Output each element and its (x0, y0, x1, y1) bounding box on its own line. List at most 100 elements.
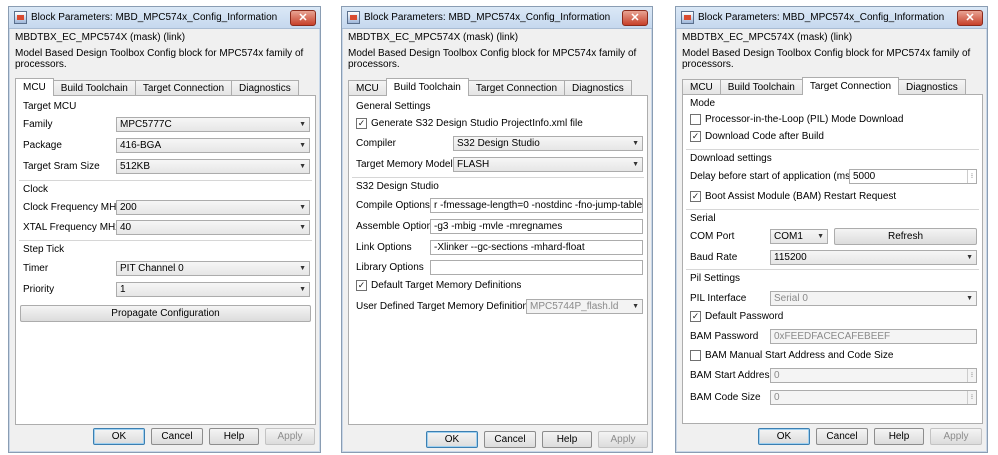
timer-dropdown[interactable]: PIT Channel 0 ▼ (116, 261, 310, 276)
dialog-title: Block Parameters: MBD_MPC574x_Config_Inf… (31, 12, 278, 23)
baud-rate-value: 115200 (774, 252, 807, 263)
target-connection-panel: Mode Processor-in-the-Loop (PIL) Mode Do… (682, 94, 983, 424)
checkbox-empty-icon (690, 350, 701, 361)
bam-code-size-label: BAM Code Size (690, 392, 761, 403)
tab-diagnostics[interactable]: Diagnostics (564, 80, 632, 96)
pil-interface-dropdown[interactable]: Serial 0 ▼ (770, 291, 977, 306)
ok-button[interactable]: OK (93, 428, 145, 445)
generate-projectinfo-label: Generate S32 Design Studio ProjectInfo.x… (371, 118, 583, 129)
chevron-down-icon: ▼ (299, 142, 306, 149)
bam-password-input[interactable]: 0xFEEDFACECAFEBEEF (770, 329, 977, 344)
checkmark-icon: ✓ (690, 131, 701, 142)
title-bar[interactable]: Block Parameters: MBD_MPC574x_Config_Inf… (676, 7, 987, 29)
compile-options-input[interactable]: r -fmessage-length=0 -nostdinc -fno-jump… (430, 198, 643, 213)
priority-label: Priority (23, 284, 55, 295)
divider (686, 149, 979, 150)
section-s32-design-studio: S32 Design Studio (356, 181, 439, 192)
xtal-frequency-dropdown[interactable]: 40 ▼ (116, 220, 310, 235)
chevron-down-icon: ▼ (299, 265, 306, 272)
title-bar[interactable]: Block Parameters: MBD_MPC574x_Config_Inf… (9, 7, 320, 29)
delay-input[interactable]: 5000 ⁝ (849, 169, 977, 184)
bam-password-label: BAM Password (690, 331, 759, 342)
tab-diagnostics[interactable]: Diagnostics (898, 79, 966, 95)
tab-build-toolchain[interactable]: Build Toolchain (52, 80, 136, 96)
tab-mcu[interactable]: MCU (348, 80, 387, 96)
bam-code-size-input[interactable]: 0 ⁝ (770, 390, 977, 405)
xtal-frequency-value: 40 (120, 222, 132, 233)
block-parameters-dialog-mcu: Block Parameters: MBD_MPC574x_Config_Inf… (8, 6, 321, 453)
tab-build-toolchain[interactable]: Build Toolchain (385, 78, 469, 96)
checkmark-icon: ✓ (690, 191, 701, 202)
help-button[interactable]: Help (542, 431, 592, 448)
block-description: Model Based Design Toolbox Config block … (15, 48, 304, 70)
pil-interface-value: Serial 0 (774, 293, 808, 304)
cancel-button[interactable]: Cancel (816, 428, 868, 445)
tab-target-connection[interactable]: Target Connection (134, 80, 233, 96)
baud-rate-label: Baud Rate (690, 252, 738, 263)
priority-dropdown[interactable]: 1 ▼ (116, 282, 310, 297)
section-clock: Clock (23, 184, 49, 195)
assemble-options-input[interactable]: -g3 -mbig -mvle -mregnames (430, 219, 643, 234)
propagate-configuration-button[interactable]: Propagate Configuration (20, 305, 311, 322)
pil-mode-download-checkbox[interactable]: Processor-in-the-Loop (PIL) Mode Downloa… (690, 114, 903, 125)
help-button[interactable]: Help (874, 428, 924, 445)
download-code-after-build-checkbox[interactable]: ✓ Download Code after Build (690, 131, 824, 142)
tab-target-connection[interactable]: Target Connection (801, 77, 900, 95)
tab-bar: MCU Build Toolchain Target Connection Di… (15, 78, 299, 96)
spinner-icon[interactable]: ⁝ (967, 391, 976, 404)
close-icon[interactable]: ✕ (957, 10, 983, 26)
spinner-icon[interactable]: ⁝ (967, 369, 976, 382)
tab-mcu[interactable]: MCU (15, 78, 54, 96)
target-memory-model-value: FLASH (457, 159, 490, 170)
generate-projectinfo-checkbox[interactable]: ✓ Generate S32 Design Studio ProjectInfo.… (356, 118, 583, 129)
xtal-frequency-label: XTAL Frequency MHz (23, 222, 121, 233)
apply-button[interactable]: Apply (930, 428, 982, 445)
checkmark-icon: ✓ (356, 280, 367, 291)
tab-diagnostics[interactable]: Diagnostics (231, 80, 299, 96)
close-icon[interactable]: ✕ (622, 10, 648, 26)
clock-frequency-value: 200 (120, 202, 137, 213)
help-button[interactable]: Help (209, 428, 259, 445)
tab-mcu[interactable]: MCU (682, 79, 721, 95)
bam-start-address-input[interactable]: 0 ⁝ (770, 368, 977, 383)
package-dropdown[interactable]: 416-BGA ▼ (116, 138, 310, 153)
sram-dropdown[interactable]: 512KB ▼ (116, 159, 310, 174)
apply-button[interactable]: Apply (598, 431, 648, 448)
spinner-icon[interactable]: ⁝ (967, 170, 976, 183)
close-icon[interactable]: ✕ (290, 10, 316, 26)
family-dropdown[interactable]: MPC5777C ▼ (116, 117, 310, 132)
cancel-button[interactable]: Cancel (151, 428, 203, 445)
cancel-button[interactable]: Cancel (484, 431, 536, 448)
apply-button[interactable]: Apply (265, 428, 315, 445)
ok-button[interactable]: OK (426, 431, 478, 448)
clock-frequency-dropdown[interactable]: 200 ▼ (116, 200, 310, 215)
target-memory-model-dropdown[interactable]: FLASH ▼ (453, 157, 643, 172)
tab-target-connection[interactable]: Target Connection (467, 80, 566, 96)
baud-rate-dropdown[interactable]: 115200 ▼ (770, 250, 977, 265)
title-bar[interactable]: Block Parameters: MBD_MPC574x_Config_Inf… (342, 7, 652, 29)
pil-mode-download-label: Processor-in-the-Loop (PIL) Mode Downloa… (705, 114, 904, 125)
compiler-label: Compiler (356, 138, 397, 149)
download-code-after-build-label: Download Code after Build (705, 131, 824, 142)
user-defined-memory-dropdown[interactable]: MPC5744P_flash.ld ▼ (526, 299, 643, 314)
tab-build-toolchain[interactable]: Build Toolchain (719, 79, 803, 95)
ok-button[interactable]: OK (758, 428, 810, 445)
pil-interface-label: PIL Interface (690, 293, 747, 304)
compiler-dropdown[interactable]: S32 Design Studio ▼ (453, 136, 643, 151)
refresh-button[interactable]: Refresh (834, 228, 977, 245)
link-options-input[interactable]: -Xlinker --gc-sections -mhard-float (430, 240, 643, 255)
chevron-down-icon: ▼ (299, 224, 306, 231)
divider (19, 180, 312, 181)
package-label: Package (23, 140, 62, 151)
bam-restart-checkbox[interactable]: ✓ Boot Assist Module (BAM) Restart Reques… (690, 191, 896, 202)
bam-manual-checkbox[interactable]: BAM Manual Start Address and Code Size (690, 350, 893, 361)
compile-options-label: Compile Options (356, 200, 430, 211)
build-toolchain-panel: General Settings ✓ Generate S32 Design St… (348, 95, 648, 425)
default-password-checkbox[interactable]: ✓ Default Password (690, 311, 783, 322)
default-target-memory-checkbox[interactable]: ✓ Default Target Memory Definitions (356, 280, 521, 291)
com-port-dropdown[interactable]: COM1 ▼ (770, 229, 828, 244)
section-pil-settings: Pil Settings (690, 273, 741, 284)
library-options-input[interactable] (430, 260, 643, 275)
section-general-settings: General Settings (356, 101, 431, 112)
user-defined-memory-label: User Defined Target Memory Definitions (356, 301, 534, 312)
